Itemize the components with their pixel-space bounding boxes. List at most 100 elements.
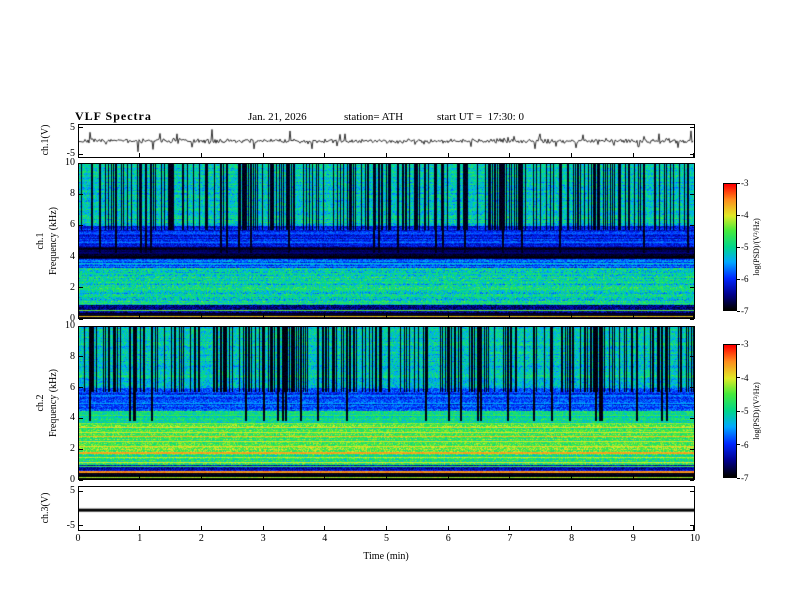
colorbar-ch2-tick-label: -5 xyxy=(741,406,749,416)
x-tick-mark xyxy=(571,314,573,318)
x-tick-mark xyxy=(200,153,202,157)
x-tick-mark xyxy=(447,153,449,157)
colorbar-ch1-tick-mark xyxy=(737,278,740,280)
spec-ch2-y-tick-label: 10 xyxy=(65,320,75,331)
waveform-ch1-y-tick-mark xyxy=(79,153,83,155)
x-tick-mark xyxy=(77,475,79,479)
spectrogram-ch1-panel xyxy=(78,163,695,319)
x-tick-label: 3 xyxy=(260,533,266,544)
x-tick-mark xyxy=(200,475,202,479)
x-tick-label: 0 xyxy=(75,533,81,544)
x-tick-mark xyxy=(386,526,387,530)
x-tick-label: 8 xyxy=(569,533,575,544)
x-tick-mark xyxy=(324,153,326,157)
x-tick-mark xyxy=(139,314,141,318)
colorbar-ch2 xyxy=(723,344,737,478)
colorbar-ch2-tick-mark xyxy=(737,477,740,479)
x-tick-mark xyxy=(139,475,141,479)
figure-title: VLF Spectra xyxy=(75,109,152,123)
waveform-ch3-panel xyxy=(78,486,695,531)
colorbar-ch1-tick-label: -6 xyxy=(741,274,749,284)
colorbar-ch2-tick-label: -4 xyxy=(741,372,749,383)
spec-ch1-y-tick-label: 2 xyxy=(70,281,75,293)
waveform-ch3-y-tick-label: 5 xyxy=(70,485,75,497)
spec-ch1-y-tick-mark xyxy=(690,162,694,164)
header-start-ut: start UT = 17:30: 0 xyxy=(437,111,524,123)
x-tick-mark xyxy=(693,475,694,479)
header-date: Jan. 21, 2026 xyxy=(248,111,307,123)
colorbar-ch2-tick-mark xyxy=(737,410,740,412)
x-tick-mark xyxy=(324,314,326,318)
spec-ch1-channel-label: ch.1 xyxy=(35,232,46,250)
colorbar-ch2-tick-mark xyxy=(737,343,740,345)
x-tick-mark xyxy=(386,153,387,157)
spec-ch2-y-tick-mark xyxy=(79,325,83,327)
x-tick-label: 7 xyxy=(507,533,513,544)
spec-ch2-y-tick-mark xyxy=(690,479,694,481)
x-tick-mark xyxy=(139,526,141,530)
x-tick-mark xyxy=(324,475,326,479)
spec-ch2-frequency-axis-label: Frequency (kHz) xyxy=(48,368,59,438)
spec-ch1-y-tick-mark xyxy=(79,287,83,289)
waveform-ch3-y-tick-mark xyxy=(690,490,694,492)
x-tick-mark xyxy=(571,475,573,479)
colorbar-ch2-canvas xyxy=(724,345,736,477)
x-tick-mark xyxy=(139,153,141,157)
colorbar-ch2-tick-mark xyxy=(737,444,740,445)
waveform-ch3-y-tick-mark xyxy=(690,525,694,527)
x-tick-mark xyxy=(693,526,694,530)
spec-ch1-y-tick-label: 4 xyxy=(70,250,75,262)
spec-ch2-y-tick-mark xyxy=(690,387,694,389)
colorbar-ch1-tick-label: -5 xyxy=(741,242,749,252)
spec-ch2-y-tick-mark xyxy=(79,417,83,419)
x-tick-mark xyxy=(693,314,694,318)
spec-ch1-y-tick-mark xyxy=(690,193,694,195)
x-tick-mark xyxy=(509,475,511,479)
x-tick-mark xyxy=(77,314,79,318)
x-tick-mark xyxy=(632,314,634,318)
x-tick-mark xyxy=(509,526,511,530)
x-tick-mark xyxy=(571,153,573,157)
colorbar-ch2-tick-mark xyxy=(737,377,740,378)
waveform-ch1-y-tick-mark xyxy=(79,127,83,129)
waveform-ch3-y-tick-label: -5 xyxy=(66,519,75,531)
waveform-ch3-axis-label: ch.3(V) xyxy=(40,492,51,524)
spec-ch2-y-tick-mark xyxy=(690,356,694,358)
x-tick-mark xyxy=(447,526,449,530)
colorbar-ch1-canvas xyxy=(724,184,736,310)
spec-ch1-y-tick-label: 10 xyxy=(65,157,75,168)
colorbar-ch2-tick-label: -6 xyxy=(741,439,749,450)
header-station: station= ATH xyxy=(344,111,404,123)
spec-ch2-y-tick-mark xyxy=(79,387,83,389)
x-tick-label: 6 xyxy=(445,533,451,544)
vlf-spectra-figure: VLF Spectra Jan. 21, 2026 station= ATH s… xyxy=(0,0,792,612)
waveform-ch1-y-tick-mark xyxy=(690,127,694,129)
spec-ch2-y-tick-mark xyxy=(690,325,694,327)
spec-ch2-y-tick-mark xyxy=(690,417,694,419)
waveform-ch1-y-tick-mark xyxy=(690,153,694,155)
spec-ch1-y-tick-mark xyxy=(79,193,83,195)
x-tick-label: 2 xyxy=(198,533,204,544)
x-tick-label: 5 xyxy=(384,533,389,544)
x-tick-mark xyxy=(262,153,264,157)
colorbar-ch1-tick-mark xyxy=(737,310,740,312)
x-tick-mark xyxy=(571,526,573,530)
colorbar-ch1-tick-mark xyxy=(737,214,740,216)
spec-ch1-frequency-axis-label: Frequency (kHz) xyxy=(48,206,59,276)
spec-ch2-channel-label: ch.2 xyxy=(35,394,46,412)
x-tick-mark xyxy=(200,526,202,530)
spec-ch1-y-tick-mark xyxy=(79,224,83,226)
spec-ch1-y-tick-label: 8 xyxy=(70,188,75,200)
spec-ch1-y-tick-mark xyxy=(690,318,694,320)
x-tick-mark xyxy=(447,314,449,318)
colorbar-ch1-tick-label: -3 xyxy=(741,178,749,188)
x-tick-mark xyxy=(386,314,387,318)
colorbar-ch1-tick-mark xyxy=(737,182,740,184)
waveform-ch3-y-tick-mark xyxy=(79,490,83,492)
x-tick-mark xyxy=(324,526,326,530)
spec-ch1-y-tick-label: 6 xyxy=(70,219,75,231)
time-axis-label: Time (min) xyxy=(363,551,409,562)
colorbar-ch2-tick-label: -7 xyxy=(741,473,749,483)
spec-ch2-y-tick-label: 6 xyxy=(70,381,75,393)
colorbar-ch2-tick-label: -3 xyxy=(741,339,749,349)
